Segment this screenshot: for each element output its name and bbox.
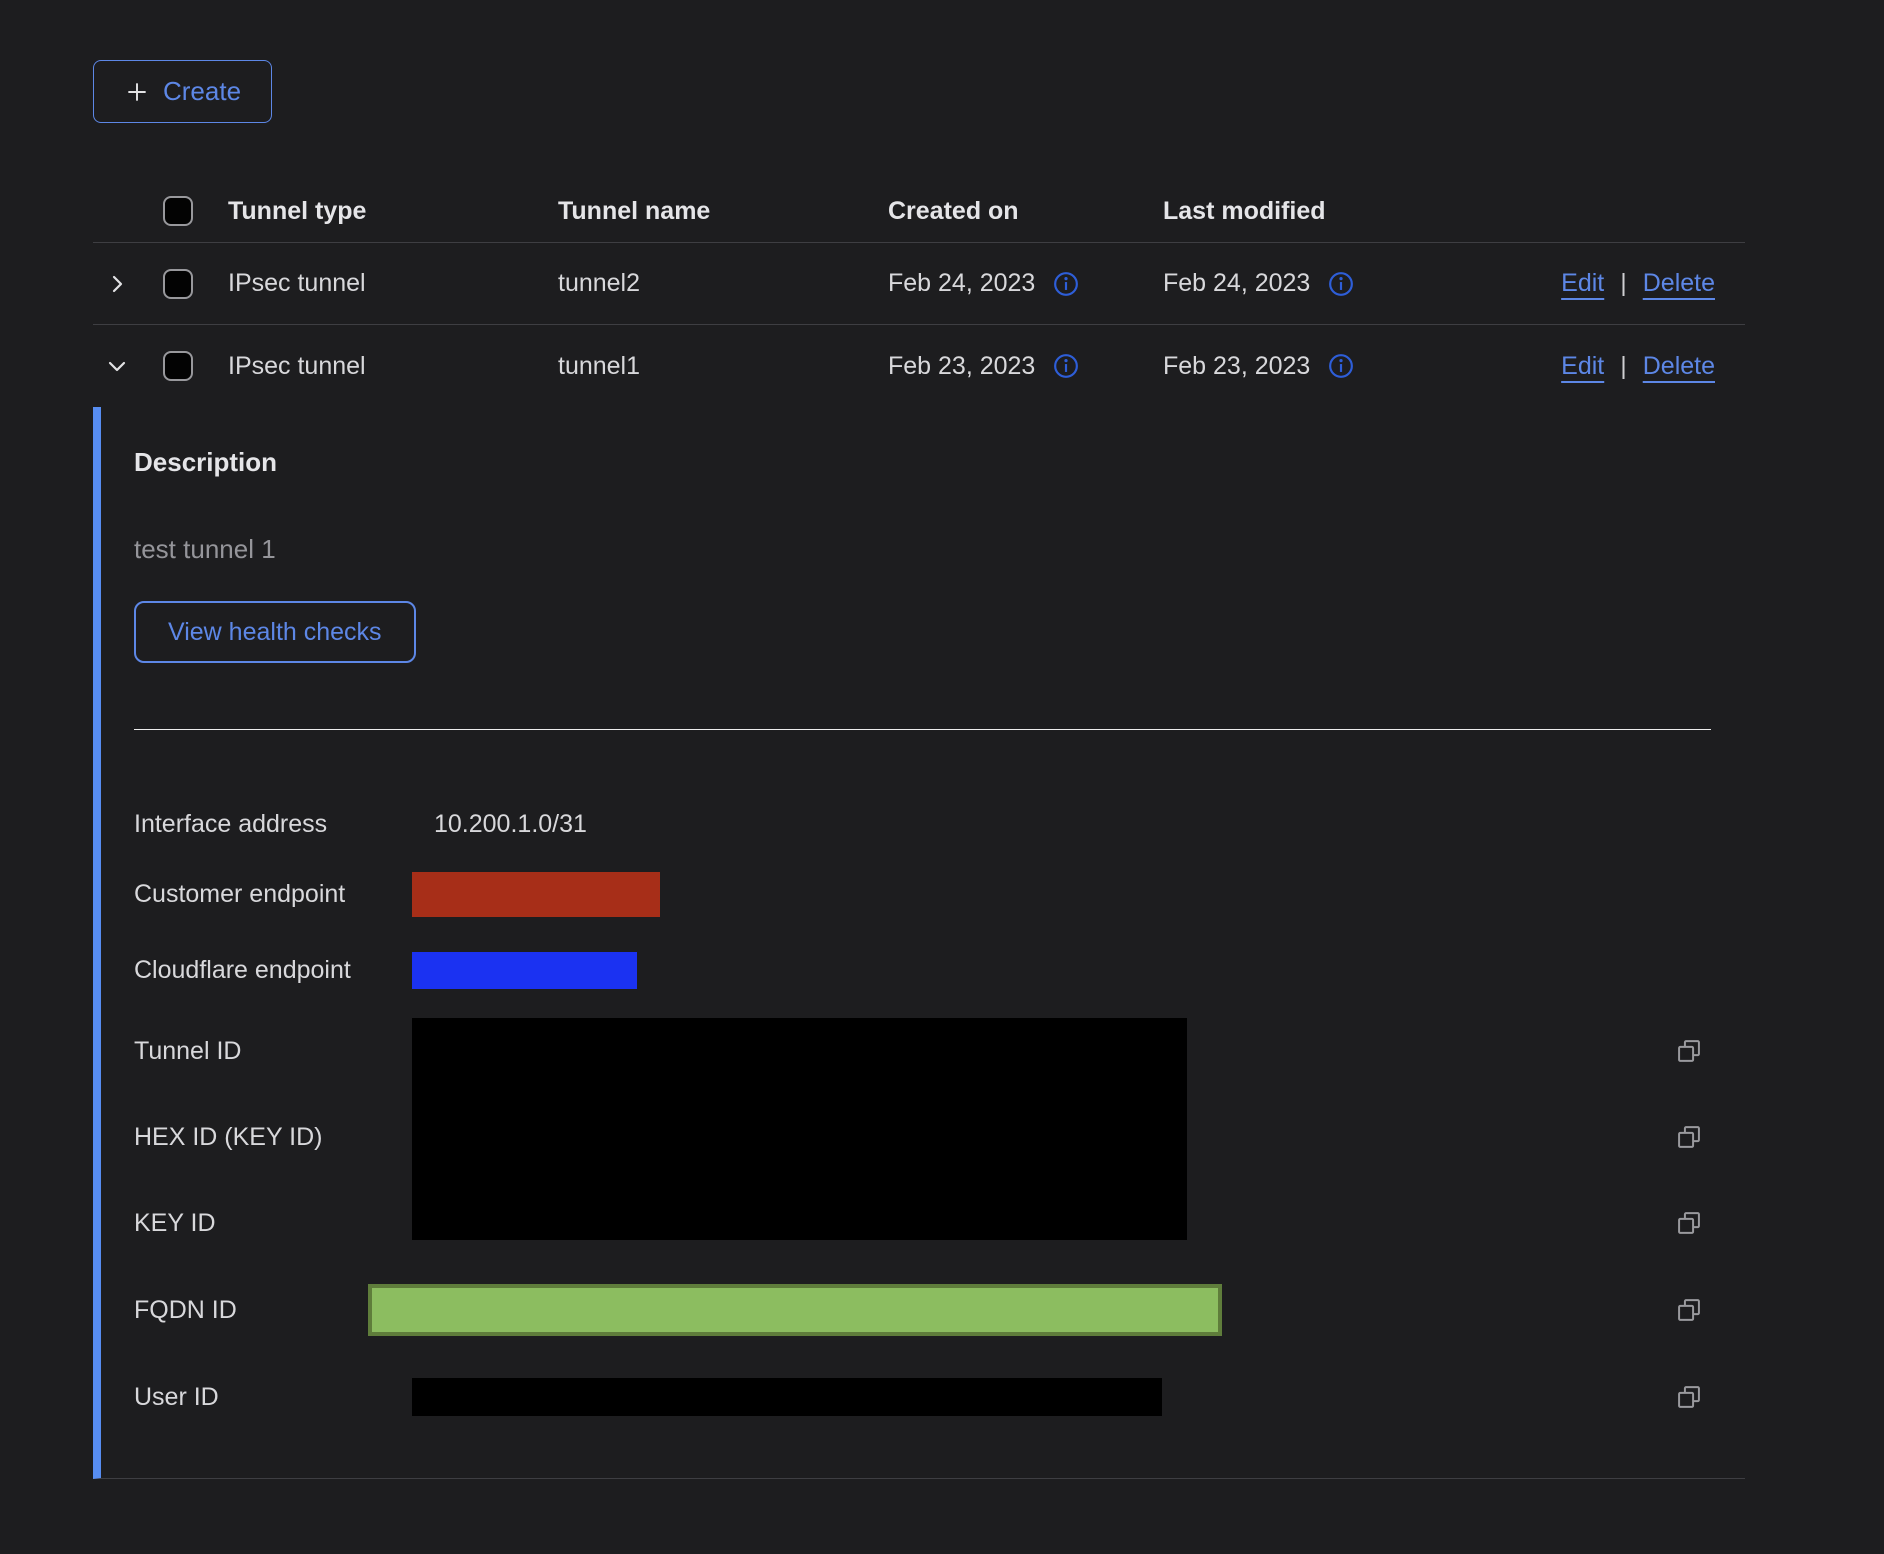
description-heading: Description — [134, 447, 1711, 478]
delete-link[interactable]: Delete — [1643, 352, 1715, 381]
header-tunnel-type: Tunnel type — [210, 197, 540, 226]
row-checkbox[interactable] — [163, 351, 193, 381]
plus-icon — [124, 79, 150, 105]
info-icon[interactable] — [1328, 271, 1354, 297]
tunnel-id-label: Tunnel ID — [134, 1037, 412, 1066]
description-text: test tunnel 1 — [134, 534, 1711, 565]
create-button[interactable]: Create — [93, 60, 272, 123]
interface-address-label: Interface address — [134, 810, 412, 839]
cloudflare-endpoint-redacted-value — [412, 952, 637, 989]
user-id-label: User ID — [134, 1383, 412, 1412]
created-on-date: Feb 23, 2023 — [888, 352, 1035, 381]
expanded-row-panel: Description test tunnel 1 View health ch… — [93, 407, 1745, 1479]
header-created-on: Created on — [870, 197, 1145, 226]
user-id-redacted-value — [412, 1378, 1162, 1416]
chevron-right-icon[interactable] — [105, 272, 129, 296]
actions-separator: | — [1620, 269, 1627, 298]
ipsec-tunnels-page: Create Tunnel type Tunnel name Created o… — [0, 0, 1884, 1554]
table-row: IPsec tunnel tunnel2 Feb 24, 2023 Feb 24… — [93, 243, 1745, 325]
copy-icon[interactable] — [1675, 1123, 1703, 1151]
row-checkbox[interactable] — [163, 269, 193, 299]
hex-id-label: HEX ID (KEY ID) — [134, 1123, 412, 1152]
copy-icon[interactable] — [1675, 1296, 1703, 1324]
view-health-checks-button[interactable]: View health checks — [134, 601, 416, 663]
info-icon[interactable] — [1053, 353, 1079, 379]
fqdn-id-redacted-value — [368, 1284, 1222, 1336]
copy-icon[interactable] — [1675, 1209, 1703, 1237]
tunnel-name-cell: tunnel2 — [540, 269, 870, 298]
created-on-cell: Feb 23, 2023 — [870, 352, 1145, 381]
last-modified-cell: Feb 24, 2023 — [1145, 269, 1420, 298]
header-tunnel-name: Tunnel name — [540, 197, 870, 226]
last-modified-cell: Feb 23, 2023 — [1145, 352, 1420, 381]
actions-separator: | — [1620, 352, 1627, 381]
tunnel-detail-fields: Interface address 10.200.1.0/31 Customer… — [134, 792, 1711, 1440]
ids-redacted-value — [412, 1018, 1187, 1240]
create-button-label: Create — [163, 76, 241, 107]
copy-icon[interactable] — [1675, 1037, 1703, 1065]
chevron-down-icon[interactable] — [105, 354, 129, 378]
interface-address-value: 10.200.1.0/31 — [412, 810, 1667, 839]
table-header-row: Tunnel type Tunnel name Created on Last … — [93, 180, 1745, 243]
key-id-label: KEY ID — [134, 1209, 412, 1238]
info-icon[interactable] — [1053, 271, 1079, 297]
edit-link[interactable]: Edit — [1561, 269, 1604, 298]
customer-endpoint-redacted-value — [412, 872, 660, 917]
table-row: IPsec tunnel tunnel1 Feb 23, 2023 Feb 23… — [93, 325, 1745, 407]
delete-link[interactable]: Delete — [1643, 269, 1715, 298]
last-modified-date: Feb 23, 2023 — [1163, 352, 1310, 381]
last-modified-date: Feb 24, 2023 — [1163, 269, 1310, 298]
select-all-checkbox[interactable] — [163, 196, 193, 226]
tunnel-name-cell: tunnel1 — [540, 352, 870, 381]
tunnels-table: Tunnel type Tunnel name Created on Last … — [93, 180, 1745, 1479]
copy-icon[interactable] — [1675, 1383, 1703, 1411]
tunnel-type-cell: IPsec tunnel — [210, 269, 540, 298]
edit-link[interactable]: Edit — [1561, 352, 1604, 381]
customer-endpoint-label: Customer endpoint — [134, 880, 412, 909]
created-on-date: Feb 24, 2023 — [888, 269, 1035, 298]
detail-divider — [134, 729, 1711, 730]
info-icon[interactable] — [1328, 353, 1354, 379]
created-on-cell: Feb 24, 2023 — [870, 269, 1145, 298]
header-last-modified: Last modified — [1145, 197, 1420, 226]
cloudflare-endpoint-label: Cloudflare endpoint — [134, 956, 412, 985]
tunnel-type-cell: IPsec tunnel — [210, 352, 540, 381]
